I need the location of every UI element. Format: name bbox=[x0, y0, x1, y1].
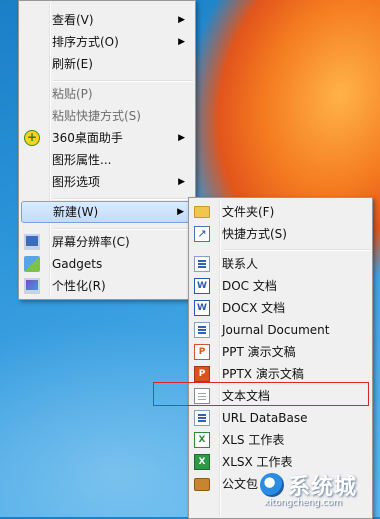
submenu-arrow-icon: ▶ bbox=[178, 177, 185, 187]
submenu-arrow-icon: ▶ bbox=[178, 133, 185, 143]
menu-item-paste-shortcut[interactable]: 粘贴快捷方式(S) bbox=[21, 105, 193, 127]
gadgets-icon bbox=[24, 256, 40, 272]
submenu-item-contact-label: 联系人 bbox=[222, 257, 259, 271]
submenu-item-doc-label: DOC 文档 bbox=[222, 279, 277, 293]
submenu-item-url-database-label: URL DataBase bbox=[222, 411, 308, 425]
submenu-item-briefcase-label: 公文包 bbox=[222, 477, 259, 491]
menu-item-graphics-options[interactable]: 图形选项 ▶ bbox=[21, 171, 193, 193]
watermark-logo-icon bbox=[260, 473, 284, 497]
menu-item-paste-shortcut-label: 粘贴快捷方式(S) bbox=[52, 109, 141, 123]
menu-item-sort[interactable]: 排序方式(O) ▶ bbox=[21, 31, 193, 53]
watermark-url: xitongcheng.com bbox=[264, 498, 342, 508]
submenu-item-journal-label: Journal Document bbox=[222, 323, 330, 337]
submenu-item-xls-label: XLS 工作表 bbox=[222, 433, 285, 447]
menu-item-refresh-label: 刷新(E) bbox=[52, 57, 93, 71]
highlight-box bbox=[153, 382, 369, 406]
word-icon: W bbox=[194, 300, 210, 316]
menu-item-new[interactable]: 新建(W) ▶ bbox=[21, 201, 193, 223]
360-icon: + bbox=[24, 130, 40, 146]
journal-icon bbox=[194, 322, 210, 338]
submenu-arrow-icon: ▶ bbox=[177, 207, 184, 217]
submenu-item-contact[interactable]: 联系人 bbox=[191, 253, 370, 275]
xlsx-icon: X bbox=[194, 454, 210, 470]
submenu-arrow-icon: ▶ bbox=[178, 37, 185, 47]
menu-item-360-helper-label: 360桌面助手 bbox=[52, 131, 123, 145]
watermark-name: 系统城 bbox=[288, 475, 358, 500]
submenu-arrow-icon: ▶ bbox=[178, 15, 185, 25]
menu-item-personalize[interactable]: 个性化(R) bbox=[21, 275, 193, 297]
menu-item-screen-resolution-label: 屏幕分辨率(C) bbox=[52, 235, 130, 249]
desktop-context-menu: 查看(V) ▶ 排序方式(O) ▶ 刷新(E) 粘贴(P) 粘贴快捷方式(S) … bbox=[18, 0, 196, 300]
monitor-icon bbox=[24, 234, 40, 250]
menu-item-paste-label: 粘贴(P) bbox=[52, 87, 93, 101]
xls-icon: X bbox=[194, 432, 210, 448]
personalize-icon bbox=[24, 278, 40, 294]
menu-separator bbox=[53, 228, 193, 230]
site-watermark: 系统城 xitongcheng.com bbox=[258, 471, 376, 511]
submenu-item-docx-label: DOCX 文档 bbox=[222, 301, 286, 315]
pptx-icon: P bbox=[194, 366, 210, 382]
submenu-item-shortcut-label: 快捷方式(S) bbox=[222, 227, 287, 241]
menu-item-graphics-properties-label: 图形属性... bbox=[52, 153, 112, 167]
submenu-item-folder[interactable]: 文件夹(F) bbox=[191, 201, 370, 223]
database-icon bbox=[194, 410, 210, 426]
submenu-item-doc[interactable]: W DOC 文档 bbox=[191, 275, 370, 297]
submenu-item-folder-label: 文件夹(F) bbox=[222, 205, 275, 219]
menu-item-graphics-options-label: 图形选项 bbox=[52, 175, 101, 189]
menu-item-graphics-properties[interactable]: 图形属性... bbox=[21, 149, 193, 171]
menu-item-view-label: 查看(V) bbox=[52, 13, 94, 27]
doc-icon: W bbox=[194, 278, 210, 294]
menu-item-personalize-label: 个性化(R) bbox=[52, 279, 106, 293]
menu-item-paste[interactable]: 粘贴(P) bbox=[21, 83, 193, 105]
submenu-item-url-database[interactable]: URL DataBase bbox=[191, 407, 370, 429]
menu-item-view[interactable]: 查看(V) ▶ bbox=[21, 9, 193, 31]
menu-item-gadgets[interactable]: Gadgets bbox=[21, 253, 193, 275]
shortcut-icon: ↗ bbox=[194, 226, 210, 242]
menu-item-sort-label: 排序方式(O) bbox=[52, 35, 119, 49]
menu-separator bbox=[53, 198, 193, 200]
briefcase-icon bbox=[194, 478, 210, 491]
ppt-icon: P bbox=[194, 344, 210, 360]
menu-separator bbox=[223, 249, 370, 251]
menu-item-screen-resolution[interactable]: 屏幕分辨率(C) bbox=[21, 231, 193, 253]
submenu-item-journal[interactable]: Journal Document bbox=[191, 319, 370, 341]
submenu-item-shortcut[interactable]: ↗ 快捷方式(S) bbox=[191, 223, 370, 245]
submenu-item-xls[interactable]: X XLS 工作表 bbox=[191, 429, 370, 451]
contact-icon bbox=[194, 256, 210, 272]
menu-item-refresh[interactable]: 刷新(E) bbox=[21, 53, 193, 75]
submenu-item-pptx-label: PPTX 演示文稿 bbox=[222, 367, 304, 381]
menu-separator bbox=[53, 80, 193, 82]
submenu-item-xlsx-label: XLSX 工作表 bbox=[222, 455, 293, 469]
menu-item-new-label: 新建(W) bbox=[53, 205, 99, 219]
submenu-item-ppt[interactable]: P PPT 演示文稿 bbox=[191, 341, 370, 363]
menu-item-gadgets-label: Gadgets bbox=[52, 257, 103, 271]
submenu-item-ppt-label: PPT 演示文稿 bbox=[222, 345, 296, 359]
submenu-item-docx[interactable]: W DOCX 文档 bbox=[191, 297, 370, 319]
folder-icon bbox=[194, 206, 210, 218]
menu-item-360-helper[interactable]: + 360桌面助手 ▶ bbox=[21, 127, 193, 149]
